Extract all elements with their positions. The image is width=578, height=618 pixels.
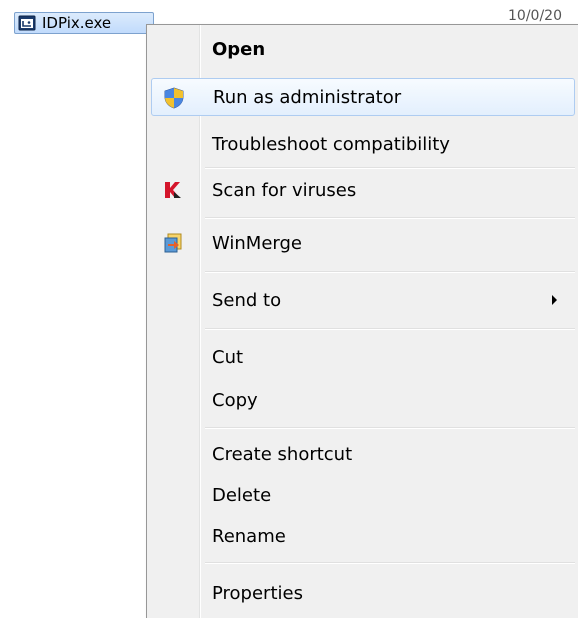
menu-item-label: Copy: [212, 389, 258, 411]
file-date: 10/0/20: [508, 8, 562, 24]
submenu-arrow-icon: [552, 295, 557, 305]
menu-item-troubleshoot-compatibility[interactable]: Troubleshoot compatibility: [151, 125, 575, 163]
antivirus-icon: [165, 182, 181, 198]
menu-item-create-shortcut[interactable]: Create shortcut: [151, 435, 575, 473]
winmerge-icon: [164, 233, 182, 253]
app-window-icon: [18, 15, 36, 31]
menu-item-label: Run as administrator: [213, 86, 402, 108]
menu-item-label: Create shortcut: [212, 443, 353, 465]
menu-item-send-to[interactable]: Send to: [151, 281, 575, 319]
menu-item-label: Rename: [212, 525, 286, 547]
menu-item-label: Open: [212, 38, 266, 60]
menu-item-label: Delete: [212, 484, 272, 506]
menu-item-open[interactable]: Open: [151, 30, 575, 68]
menu-separator: [205, 562, 575, 564]
menu-item-label: Cut: [212, 346, 244, 368]
menu-item-scan-for-viruses[interactable]: Scan for viruses: [151, 171, 575, 209]
menu-separator: [205, 217, 575, 219]
menu-item-properties[interactable]: Properties: [151, 574, 575, 612]
menu-item-copy[interactable]: Copy: [151, 381, 575, 419]
menu-item-label: Properties: [212, 582, 303, 604]
menu-item-cut[interactable]: Cut: [151, 338, 575, 376]
menu-item-label: Scan for viruses: [212, 179, 357, 201]
menu-item-run-as-administrator[interactable]: Run as administrator: [151, 78, 575, 116]
uac-shield-icon: [164, 87, 184, 109]
menu-item-delete[interactable]: Delete: [151, 476, 575, 514]
menu-item-rename[interactable]: Rename: [151, 517, 575, 555]
selected-file[interactable]: IDPix.exe: [14, 12, 154, 34]
menu-item-label: Send to: [212, 289, 282, 311]
menu-separator: [205, 427, 575, 429]
file-name: IDPix.exe: [42, 14, 112, 32]
menu-separator: [205, 271, 575, 273]
menu-separator: [205, 328, 575, 330]
menu-item-label: Troubleshoot compatibility: [212, 133, 450, 155]
menu-item-winmerge[interactable]: WinMerge: [151, 224, 575, 262]
menu-item-label: WinMerge: [212, 232, 302, 254]
context-menu: Open Run as administrator Troubleshoot c…: [146, 24, 578, 618]
menu-separator: [205, 167, 575, 169]
